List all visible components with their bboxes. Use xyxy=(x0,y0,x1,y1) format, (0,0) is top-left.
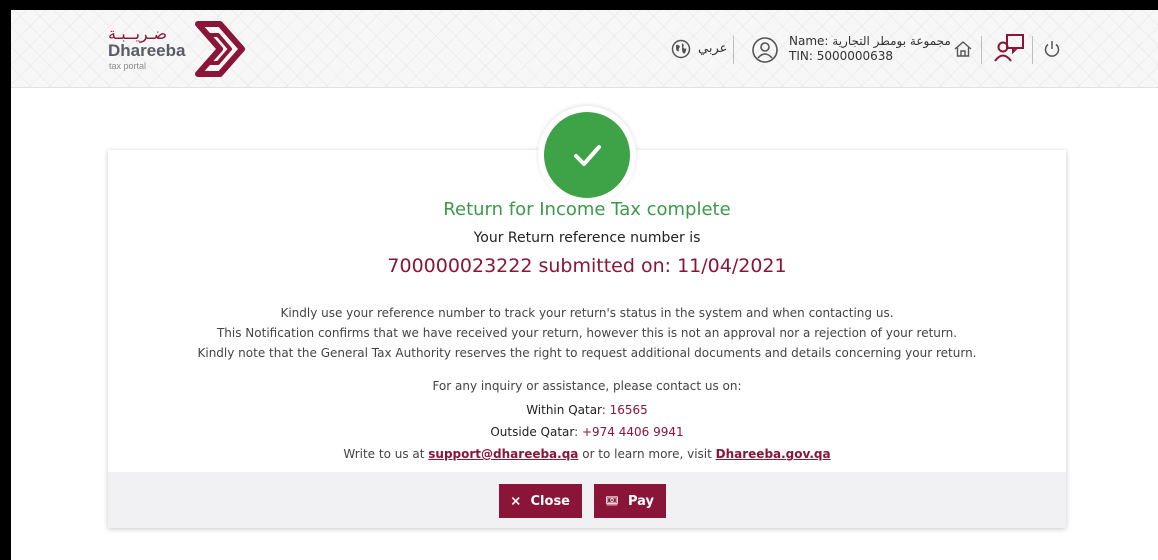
header-divider xyxy=(1032,36,1033,64)
dhareeba-logo[interactable]: ضـريــبـة Dhareeba tax portal xyxy=(108,21,258,82)
header-divider xyxy=(733,36,734,64)
language-switch-link[interactable]: عربي xyxy=(698,41,727,56)
user-icon[interactable] xyxy=(751,36,779,64)
confirmation-card: Return for Income Tax complete Your Retu… xyxy=(108,150,1066,528)
top-header: ضـريــبـة Dhareeba tax portal عربي Name:… xyxy=(11,10,1158,88)
banknote-icon xyxy=(606,496,618,506)
logo-english-text: Dhareeba xyxy=(108,41,186,60)
header-actions: عربي Name: مجموعة بومطر التجارية TIN: 50… xyxy=(671,32,1060,68)
logo-subtitle: tax portal xyxy=(109,61,147,71)
reference-intro: Your Return reference number is xyxy=(473,230,701,246)
window-frame-left xyxy=(0,0,11,560)
within-qatar-number[interactable]: : 16565 xyxy=(602,403,648,417)
dhareeba-chevron-logo-icon xyxy=(195,21,245,77)
notice-line: Kindly use your reference number to trac… xyxy=(280,306,894,320)
window-frame-top xyxy=(0,0,1158,10)
action-footer: Close Pay xyxy=(108,472,1066,528)
header-divider xyxy=(981,36,982,64)
close-button-label: Close xyxy=(530,493,570,509)
contact-outside-qatar: Outside Qatar: +974 4406 9941 xyxy=(108,425,1066,439)
switch-account-icon[interactable] xyxy=(993,32,1027,64)
success-badge xyxy=(544,112,630,198)
write-middle: or to learn more, visit xyxy=(578,447,716,461)
checkmark-icon xyxy=(574,145,601,166)
pay-button-label: Pay xyxy=(627,493,654,509)
close-button[interactable]: Close xyxy=(499,484,582,518)
outside-qatar-number[interactable]: : +974 4406 9941 xyxy=(574,425,684,439)
inquiry-text: For any inquiry or assistance, please co… xyxy=(432,379,742,393)
contact-within-qatar: Within Qatar: 16565 xyxy=(108,403,1066,417)
within-qatar-label: Within Qatar xyxy=(526,403,602,417)
write-to-us-line: Write to us at support@dhareeba.qa or to… xyxy=(108,447,1066,461)
user-name-label: Name: مجموعة بومطر التجارية xyxy=(789,34,951,48)
write-prefix: Write to us at xyxy=(343,447,429,461)
pay-button[interactable]: Pay xyxy=(594,484,666,518)
globe-icon[interactable] xyxy=(671,39,691,59)
user-tin-label: TIN: 5000000638 xyxy=(789,49,894,63)
support-email-link[interactable]: support@dhareeba.qa xyxy=(428,447,578,461)
website-link[interactable]: Dhareeba.gov.qa xyxy=(716,447,831,461)
notice-line: This Notification confirms that we have … xyxy=(216,326,958,340)
close-icon xyxy=(511,497,520,505)
power-icon[interactable] xyxy=(1042,39,1062,59)
notice-line: Kindly note that the General Tax Authori… xyxy=(197,346,977,360)
home-icon[interactable] xyxy=(953,39,973,59)
outside-qatar-label: Outside Qatar xyxy=(490,425,575,439)
reference-number: 700000023222 submitted on: 11/04/2021 xyxy=(387,255,787,277)
